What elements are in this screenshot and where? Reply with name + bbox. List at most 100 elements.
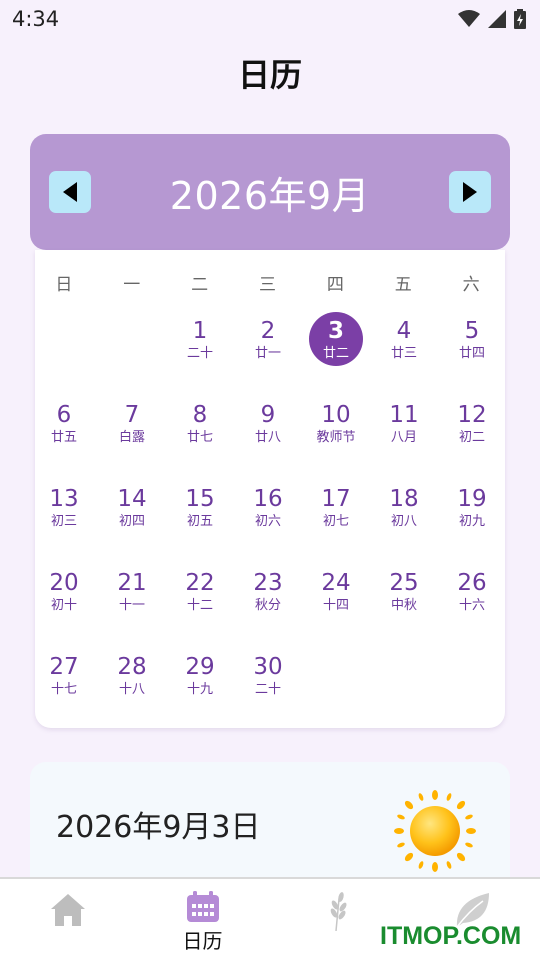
day-cell[interactable]: 9 廿八	[234, 394, 302, 478]
day-cell[interactable]: 5 廿四	[438, 310, 506, 394]
selected-date: 2026年9月3日	[56, 810, 261, 845]
weekday-label: 二	[191, 275, 209, 295]
prev-month-button[interactable]	[49, 171, 91, 213]
day-number: 10	[321, 402, 351, 428]
battery-icon	[514, 9, 526, 29]
weekday-label: 三	[259, 275, 276, 295]
day-number: 9	[260, 402, 276, 428]
day-number: 7	[124, 402, 140, 428]
weekday-label: 五	[394, 275, 412, 295]
day-lunar-label: 廿一	[254, 346, 281, 361]
signal-icon	[488, 10, 506, 28]
home-icon	[50, 894, 85, 926]
wifi-icon	[458, 10, 480, 27]
day-number: 26	[457, 570, 487, 596]
day-cell[interactable]: 4 廿三	[370, 310, 438, 394]
day-lunar-label: 初六	[254, 514, 281, 529]
day-number: 16	[253, 486, 283, 512]
day-cell[interactable]: 19 初九	[438, 478, 506, 562]
status-icons	[458, 9, 526, 29]
day-cell[interactable]: 2 廿一	[234, 310, 302, 394]
triangle-left-icon	[63, 182, 77, 202]
day-lunar-label: 廿七	[186, 430, 213, 445]
day-number: 11	[389, 402, 419, 428]
day-number: 3	[327, 318, 344, 344]
day-number: 2	[260, 318, 276, 344]
wheat-icon	[330, 892, 347, 931]
day-cell[interactable]: 15 初五	[166, 478, 234, 562]
weekday-label: 日	[55, 275, 73, 295]
date-card: 2026年9月3日	[30, 762, 510, 892]
day-cell[interactable]: 11 八月	[370, 394, 438, 478]
day-lunar-label: 白露	[118, 430, 145, 445]
day-number: 5	[464, 318, 480, 344]
day-lunar-label: 十六	[458, 598, 485, 613]
day-lunar-label: 八月	[390, 430, 417, 445]
day-lunar-label: 初五	[186, 514, 213, 529]
nav-calendar-label: 日历	[182, 929, 223, 953]
day-number: 15	[185, 486, 215, 512]
days-grid: 1 二十 2 廿一 3 廿二 4 廿三 5 廿四 6 廿五 7 白露 8 廿七 9 廿八 10 教师节 11 八月 12 初二…	[30, 310, 506, 730]
month-header: 2026年9月	[30, 134, 510, 250]
weekday-row: 日 一 二 三 四 五 六	[35, 270, 505, 295]
day-cell[interactable]: 25 中秋	[370, 562, 438, 646]
day-number: 27	[49, 654, 79, 680]
day-cell[interactable]: 16 初六	[234, 478, 302, 562]
day-cell[interactable]: 10 教师节	[302, 394, 370, 478]
day-number: 12	[457, 402, 487, 428]
day-cell[interactable]: 12 初二	[438, 394, 506, 478]
day-cell[interactable]: 17 初七	[302, 478, 370, 562]
nav-calendar[interactable]: 日历	[135, 879, 270, 960]
status-bar: 4:34	[0, 0, 540, 38]
day-cell-selected[interactable]: 3 廿二	[302, 310, 370, 394]
day-cell[interactable]: 14 初四	[98, 478, 166, 562]
weekday-label: 一	[123, 275, 141, 295]
day-lunar-label: 廿八	[254, 430, 281, 445]
day-lunar-label: 初三	[50, 514, 77, 529]
day-lunar-label: 廿五	[50, 430, 77, 445]
day-number: 8	[192, 402, 208, 428]
day-cell[interactable]: 7 白露	[98, 394, 166, 478]
day-cell[interactable]: 22 十二	[166, 562, 234, 646]
day-cell[interactable]: 28 十八	[98, 646, 166, 730]
day-number: 28	[117, 654, 147, 680]
next-month-button[interactable]	[448, 171, 491, 213]
day-cell[interactable]: 1 二十	[166, 310, 234, 394]
day-cell[interactable]: 30 二十	[234, 646, 302, 730]
day-lunar-label: 廿三	[390, 346, 417, 361]
day-lunar-label: 初八	[390, 514, 417, 529]
nav-home[interactable]	[0, 879, 135, 960]
status-time: 4:34	[12, 7, 60, 31]
day-cell[interactable]: 27 十七	[30, 646, 98, 730]
day-number: 21	[117, 570, 147, 596]
day-lunar-label: 二十	[254, 682, 281, 697]
day-cell[interactable]: 23 秋分	[234, 562, 302, 646]
day-cell[interactable]: 8 廿七	[166, 394, 234, 478]
day-cell[interactable]: 24 十四	[302, 562, 370, 646]
day-lunar-label: 十八	[118, 682, 145, 697]
day-cell[interactable]: 26 十六	[438, 562, 506, 646]
day-lunar-label: 十一	[118, 598, 145, 613]
day-number: 19	[457, 486, 487, 512]
day-cell[interactable]: 13 初三	[30, 478, 98, 562]
day-cell[interactable]: 6 廿五	[30, 394, 98, 478]
day-lunar-label: 教师节	[316, 430, 356, 445]
triangle-right-icon	[462, 182, 477, 202]
day-lunar-label: 秋分	[254, 598, 281, 613]
day-lunar-label: 十七	[50, 682, 77, 697]
day-number: 14	[117, 486, 147, 512]
day-cell[interactable]: 21 十一	[98, 562, 166, 646]
day-lunar-label: 初七	[322, 514, 349, 529]
day-lunar-label: 中秋	[390, 598, 417, 613]
day-lunar-label: 廿二	[322, 346, 349, 361]
day-cell[interactable]: 18 初八	[370, 478, 438, 562]
day-cell[interactable]: 29 十九	[166, 646, 234, 730]
day-cell[interactable]: 20 初十	[30, 562, 98, 646]
day-lunar-label: 初九	[458, 514, 485, 529]
day-number: 4	[396, 318, 412, 344]
weekday-label: 六	[462, 275, 480, 295]
page-title: 日历	[237, 56, 302, 94]
day-number: 6	[56, 402, 72, 428]
watermark-text: ITMOP.COM	[380, 922, 522, 950]
calendar-icon	[186, 891, 219, 922]
